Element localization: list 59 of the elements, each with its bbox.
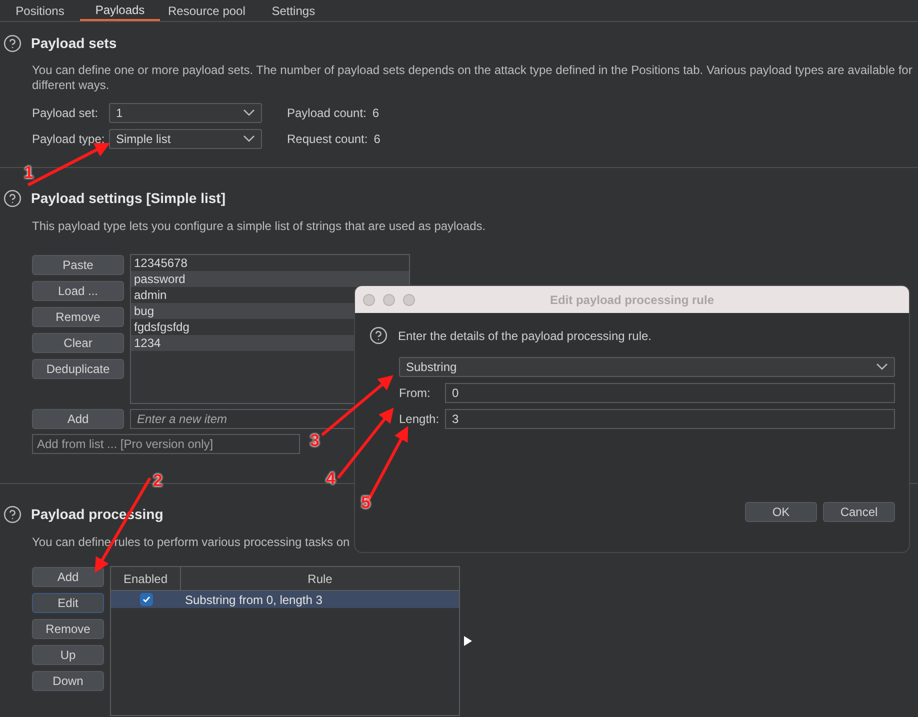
checkbox[interactable] (140, 593, 152, 606)
rule-text: Substring from 0, length 3 (184, 592, 322, 608)
chevron-down-icon (876, 363, 888, 371)
dialog-button[interactable]: Cancel (823, 502, 895, 522)
action-button[interactable]: Down (32, 671, 104, 691)
help-icon[interactable] (3, 189, 22, 208)
action-button[interactable]: Add (32, 567, 104, 587)
arrow (336, 407, 394, 479)
description-text: You can define one or more payload sets. The number of payload sets depends on the attack type defined in the Positions tab. Various payload types are available for (32, 63, 914, 78)
annotation-number: 4 (326, 468, 336, 490)
action-button[interactable]: Paste (32, 255, 124, 275)
description-text: You can define rules to perform various processing tasks on (31, 534, 351, 551)
annotation-number: 1 (24, 162, 34, 184)
action-button[interactable]: Remove (32, 619, 104, 639)
action-button[interactable]: Clear (32, 333, 124, 353)
dropdown[interactable]: Substring (399, 357, 895, 377)
chevron-down-icon (243, 135, 255, 143)
annotation-number: 5 (361, 492, 370, 514)
action-button[interactable]: Up (32, 645, 104, 665)
triangle-right-icon (464, 636, 472, 646)
chevron-down-icon (243, 109, 255, 117)
field-label: Payload type: (32, 131, 106, 148)
input-field[interactable]: 3 (445, 409, 895, 429)
action-button[interactable]: Add (32, 409, 124, 429)
section-title: Payload settings [Simple list] (31, 189, 226, 208)
window-title: Edit payload processing rule (550, 292, 714, 308)
dropdown[interactable]: Simple list (109, 129, 262, 149)
list-item[interactable]: password (131, 271, 409, 287)
column-header[interactable]: Enabled (111, 567, 181, 590)
list-item[interactable]: 12345678 (131, 255, 409, 271)
description-text: This payload type lets you configure a simple list of strings that are used as payloads. (31, 218, 487, 235)
dialog-button[interactable]: OK (745, 502, 817, 522)
count-value: 6 (374, 131, 380, 148)
help-icon[interactable] (3, 34, 22, 53)
table-row[interactable]: Substring from 0, length 3 (111, 591, 459, 608)
annotation-number: 2 (153, 470, 162, 492)
input-field[interactable]: 0 (445, 383, 895, 403)
action-button[interactable]: Deduplicate (32, 359, 124, 379)
section-title: Payload sets (31, 34, 117, 53)
column-header[interactable]: Rule (181, 567, 459, 590)
count-label: Payload count: (287, 105, 366, 122)
dropdown[interactable]: 1 (109, 103, 262, 123)
check-icon (142, 595, 150, 604)
tab[interactable]: Payloads (80, 0, 160, 21)
tab[interactable]: Positions (0, 0, 80, 21)
help-icon[interactable] (3, 505, 22, 524)
action-button[interactable]: Load ... (32, 281, 124, 301)
action-button[interactable]: Edit (32, 593, 104, 613)
field-label: From: (399, 385, 432, 402)
annotation-number: 3 (310, 430, 320, 452)
description-text: different ways. (32, 78, 110, 93)
tab[interactable]: Resource pool (160, 0, 254, 21)
field-label: Payload set: (32, 105, 100, 122)
action-button[interactable]: Remove (32, 307, 124, 327)
count-value: 6 (372, 105, 380, 122)
tab[interactable]: Settings (253, 0, 334, 21)
help-icon[interactable] (369, 326, 388, 345)
dropdown-field[interactable]: Add from list ... [Pro version only] (32, 434, 300, 454)
count-label: Request count: (287, 131, 368, 148)
